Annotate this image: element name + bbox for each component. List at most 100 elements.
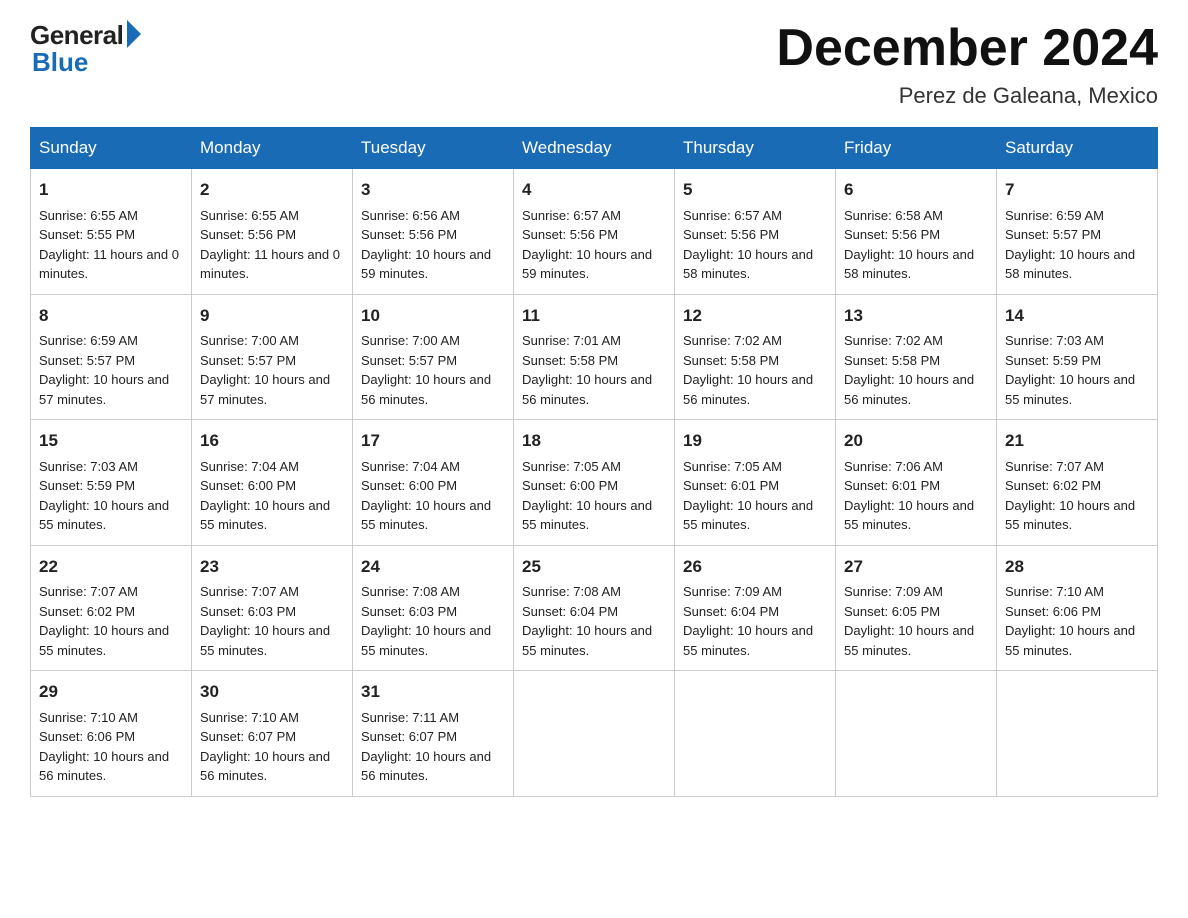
sunset-info: Sunset: 5:56 PM xyxy=(683,227,779,242)
weekday-header-monday: Monday xyxy=(192,128,353,169)
calendar-week-row: 29Sunrise: 7:10 AMSunset: 6:06 PMDayligh… xyxy=(31,671,1158,797)
calendar-cell: 12Sunrise: 7:02 AMSunset: 5:58 PMDayligh… xyxy=(675,294,836,420)
sunset-info: Sunset: 6:06 PM xyxy=(1005,604,1101,619)
day-number: 22 xyxy=(39,554,183,580)
sunrise-info: Sunrise: 7:00 AM xyxy=(200,333,299,348)
calendar-cell: 20Sunrise: 7:06 AMSunset: 6:01 PMDayligh… xyxy=(836,420,997,546)
sunrise-info: Sunrise: 6:59 AM xyxy=(1005,208,1104,223)
sunset-info: Sunset: 5:59 PM xyxy=(39,478,135,493)
calendar-cell: 27Sunrise: 7:09 AMSunset: 6:05 PMDayligh… xyxy=(836,545,997,671)
calendar-cell: 14Sunrise: 7:03 AMSunset: 5:59 PMDayligh… xyxy=(997,294,1158,420)
day-number: 16 xyxy=(200,428,344,454)
sunset-info: Sunset: 5:56 PM xyxy=(200,227,296,242)
calendar-cell: 6Sunrise: 6:58 AMSunset: 5:56 PMDaylight… xyxy=(836,169,997,295)
sunrise-info: Sunrise: 6:57 AM xyxy=(683,208,782,223)
sunset-info: Sunset: 5:57 PM xyxy=(39,353,135,368)
sunrise-info: Sunrise: 6:57 AM xyxy=(522,208,621,223)
sunrise-info: Sunrise: 6:58 AM xyxy=(844,208,943,223)
sunrise-info: Sunrise: 7:11 AM xyxy=(361,710,459,725)
calendar-cell: 21Sunrise: 7:07 AMSunset: 6:02 PMDayligh… xyxy=(997,420,1158,546)
calendar-cell xyxy=(836,671,997,797)
daylight-info: Daylight: 10 hours and 55 minutes. xyxy=(1005,498,1135,533)
calendar-cell: 31Sunrise: 7:11 AMSunset: 6:07 PMDayligh… xyxy=(353,671,514,797)
daylight-info: Daylight: 10 hours and 58 minutes. xyxy=(844,247,974,282)
sunset-info: Sunset: 6:07 PM xyxy=(361,729,457,744)
day-number: 25 xyxy=(522,554,666,580)
calendar-cell: 16Sunrise: 7:04 AMSunset: 6:00 PMDayligh… xyxy=(192,420,353,546)
day-number: 1 xyxy=(39,177,183,203)
calendar-cell: 17Sunrise: 7:04 AMSunset: 6:00 PMDayligh… xyxy=(353,420,514,546)
calendar-week-row: 22 Sunrise: 7:07 AM Sunset: 6:02 PM Dayligh… xyxy=(31,545,1158,671)
sunrise-info: Sunrise: 7:03 AM xyxy=(39,459,138,474)
sunrise-info: Sunrise: 7:10 AM xyxy=(1005,584,1104,599)
sunrise-info: Sunrise: 7:09 AM xyxy=(683,584,782,599)
daylight-info: Daylight: 10 hours and 59 minutes. xyxy=(522,247,652,282)
sunrise-info: Sunrise: 7:08 AM xyxy=(522,584,621,599)
day-number: 26 xyxy=(683,554,827,580)
sunset-info: Sunset: 6:05 PM xyxy=(844,604,940,619)
day-number: 11 xyxy=(522,303,666,329)
daylight-info: Daylight: 11 hours and 0 minutes. xyxy=(39,247,179,282)
sunset-info: Sunset: 6:02 PM xyxy=(39,604,135,619)
calendar-cell: 4Sunrise: 6:57 AMSunset: 5:56 PMDaylight… xyxy=(514,169,675,295)
daylight-info: Daylight: 10 hours and 55 minutes. xyxy=(1005,623,1135,658)
sunrise-info: Sunrise: 7:07 AM xyxy=(200,584,299,599)
day-number: 9 xyxy=(200,303,344,329)
sunset-info: Sunset: 6:01 PM xyxy=(683,478,779,493)
daylight-info: Daylight: 10 hours and 55 minutes. xyxy=(1005,372,1135,407)
daylight-info: Daylight: 10 hours and 55 minutes. xyxy=(39,623,169,658)
sunset-info: Sunset: 6:04 PM xyxy=(683,604,779,619)
calendar-week-row: 8Sunrise: 6:59 AMSunset: 5:57 PMDaylight… xyxy=(31,294,1158,420)
sunset-info: Sunset: 5:57 PM xyxy=(361,353,457,368)
sunrise-info: Sunrise: 7:05 AM xyxy=(683,459,782,474)
sunset-info: Sunset: 5:56 PM xyxy=(361,227,457,242)
sunset-info: Sunset: 5:56 PM xyxy=(844,227,940,242)
sunset-info: Sunset: 5:57 PM xyxy=(200,353,296,368)
calendar-cell: 26Sunrise: 7:09 AMSunset: 6:04 PMDayligh… xyxy=(675,545,836,671)
day-number: 15 xyxy=(39,428,183,454)
weekday-header-saturday: Saturday xyxy=(997,128,1158,169)
daylight-info: Daylight: 10 hours and 56 minutes. xyxy=(361,749,491,784)
daylight-info: Daylight: 10 hours and 56 minutes. xyxy=(844,372,974,407)
sunrise-info: Sunrise: 7:07 AM xyxy=(39,584,138,599)
day-number: 14 xyxy=(1005,303,1149,329)
sunrise-info: Sunrise: 7:07 AM xyxy=(1005,459,1104,474)
calendar-cell: 10Sunrise: 7:00 AMSunset: 5:57 PMDayligh… xyxy=(353,294,514,420)
logo: General Blue xyxy=(30,20,141,78)
calendar-cell: 11Sunrise: 7:01 AMSunset: 5:58 PMDayligh… xyxy=(514,294,675,420)
daylight-info: Daylight: 10 hours and 57 minutes. xyxy=(39,372,169,407)
sunrise-info: Sunrise: 6:59 AM xyxy=(39,333,138,348)
day-number: 7 xyxy=(1005,177,1149,203)
calendar-cell: 19Sunrise: 7:05 AMSunset: 6:01 PMDayligh… xyxy=(675,420,836,546)
calendar-cell xyxy=(675,671,836,797)
day-number: 2 xyxy=(200,177,344,203)
month-title: December 2024 xyxy=(776,20,1158,77)
daylight-info: Daylight: 10 hours and 56 minutes. xyxy=(522,372,652,407)
sunrise-info: Sunrise: 7:05 AM xyxy=(522,459,621,474)
sunrise-info: Sunrise: 7:08 AM xyxy=(361,584,460,599)
calendar-cell: 1Sunrise: 6:55 AMSunset: 5:55 PMDaylight… xyxy=(31,169,192,295)
calendar-cell: 30Sunrise: 7:10 AMSunset: 6:07 PMDayligh… xyxy=(192,671,353,797)
day-number: 5 xyxy=(683,177,827,203)
daylight-info: Daylight: 10 hours and 55 minutes. xyxy=(39,498,169,533)
calendar-header-row: SundayMondayTuesdayWednesdayThursdayFrid… xyxy=(31,128,1158,169)
sunrise-info: Sunrise: 7:09 AM xyxy=(844,584,943,599)
sunset-info: Sunset: 6:00 PM xyxy=(200,478,296,493)
calendar-cell: 13Sunrise: 7:02 AMSunset: 5:58 PMDayligh… xyxy=(836,294,997,420)
sunset-info: Sunset: 6:02 PM xyxy=(1005,478,1101,493)
calendar-cell: 7Sunrise: 6:59 AMSunset: 5:57 PMDaylight… xyxy=(997,169,1158,295)
weekday-header-tuesday: Tuesday xyxy=(353,128,514,169)
daylight-info: Daylight: 10 hours and 55 minutes. xyxy=(522,498,652,533)
calendar-cell: 5Sunrise: 6:57 AMSunset: 5:56 PMDaylight… xyxy=(675,169,836,295)
calendar-cell: 2Sunrise: 6:55 AMSunset: 5:56 PMDaylight… xyxy=(192,169,353,295)
daylight-info: Daylight: 10 hours and 56 minutes. xyxy=(361,372,491,407)
sunrise-info: Sunrise: 7:02 AM xyxy=(683,333,782,348)
sunset-info: Sunset: 5:58 PM xyxy=(522,353,618,368)
daylight-info: Daylight: 10 hours and 55 minutes. xyxy=(683,498,813,533)
day-number: 17 xyxy=(361,428,505,454)
day-number: 24 xyxy=(361,554,505,580)
daylight-info: Daylight: 10 hours and 55 minutes. xyxy=(200,623,330,658)
daylight-info: Daylight: 10 hours and 56 minutes. xyxy=(200,749,330,784)
calendar-cell: 25Sunrise: 7:08 AMSunset: 6:04 PMDayligh… xyxy=(514,545,675,671)
day-number: 27 xyxy=(844,554,988,580)
